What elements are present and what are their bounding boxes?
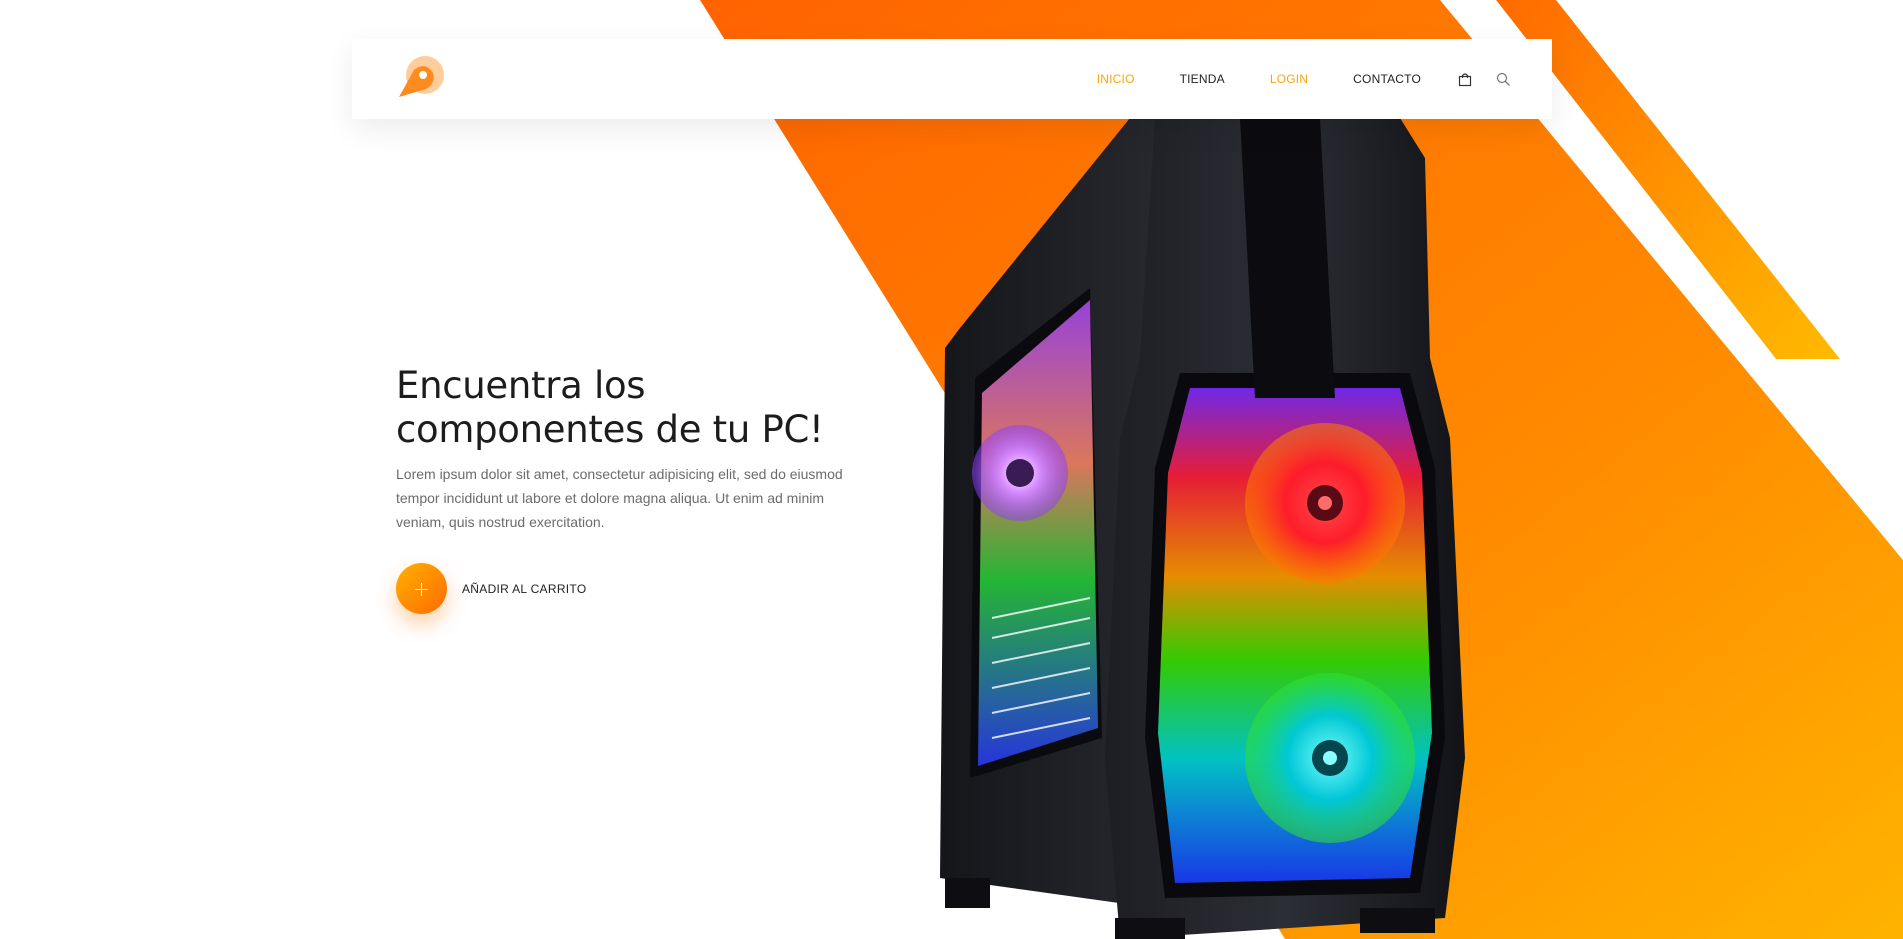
nav-item-tienda[interactable]: TIENDA	[1180, 72, 1225, 86]
hero-title-line-1: Encuentra los	[396, 364, 646, 407]
logo-icon[interactable]	[396, 53, 448, 105]
add-to-cart-button[interactable]: +	[396, 563, 447, 614]
hero-text-block: Encuentra los componentes de tu PC! Lore…	[396, 364, 866, 534]
add-to-cart-label[interactable]: AÑADIR AL CARRITO	[462, 582, 586, 596]
nav-item-login[interactable]: LOGIN	[1270, 72, 1308, 86]
plus-icon: +	[413, 576, 430, 601]
search-icon[interactable]	[1494, 70, 1512, 88]
nav-item-contacto[interactable]: CONTACTO	[1353, 72, 1421, 86]
nav-item-inicio[interactable]: INICIO	[1097, 72, 1135, 86]
navbar: INICIO TIENDA LOGIN CONTACTO	[352, 39, 1552, 119]
hero-title: Encuentra los componentes de tu PC!	[396, 364, 866, 452]
bag-icon[interactable]	[1456, 70, 1474, 88]
add-to-cart-cta[interactable]: + AÑADIR AL CARRITO	[396, 563, 586, 614]
pc-case-image	[940, 118, 1465, 939]
hero-title-line-2: componentes de tu PC!	[396, 408, 824, 451]
nav-links: INICIO TIENDA LOGIN CONTACTO	[1052, 39, 1512, 119]
hero-description: Lorem ipsum dolor sit amet, consectetur …	[396, 466, 843, 530]
